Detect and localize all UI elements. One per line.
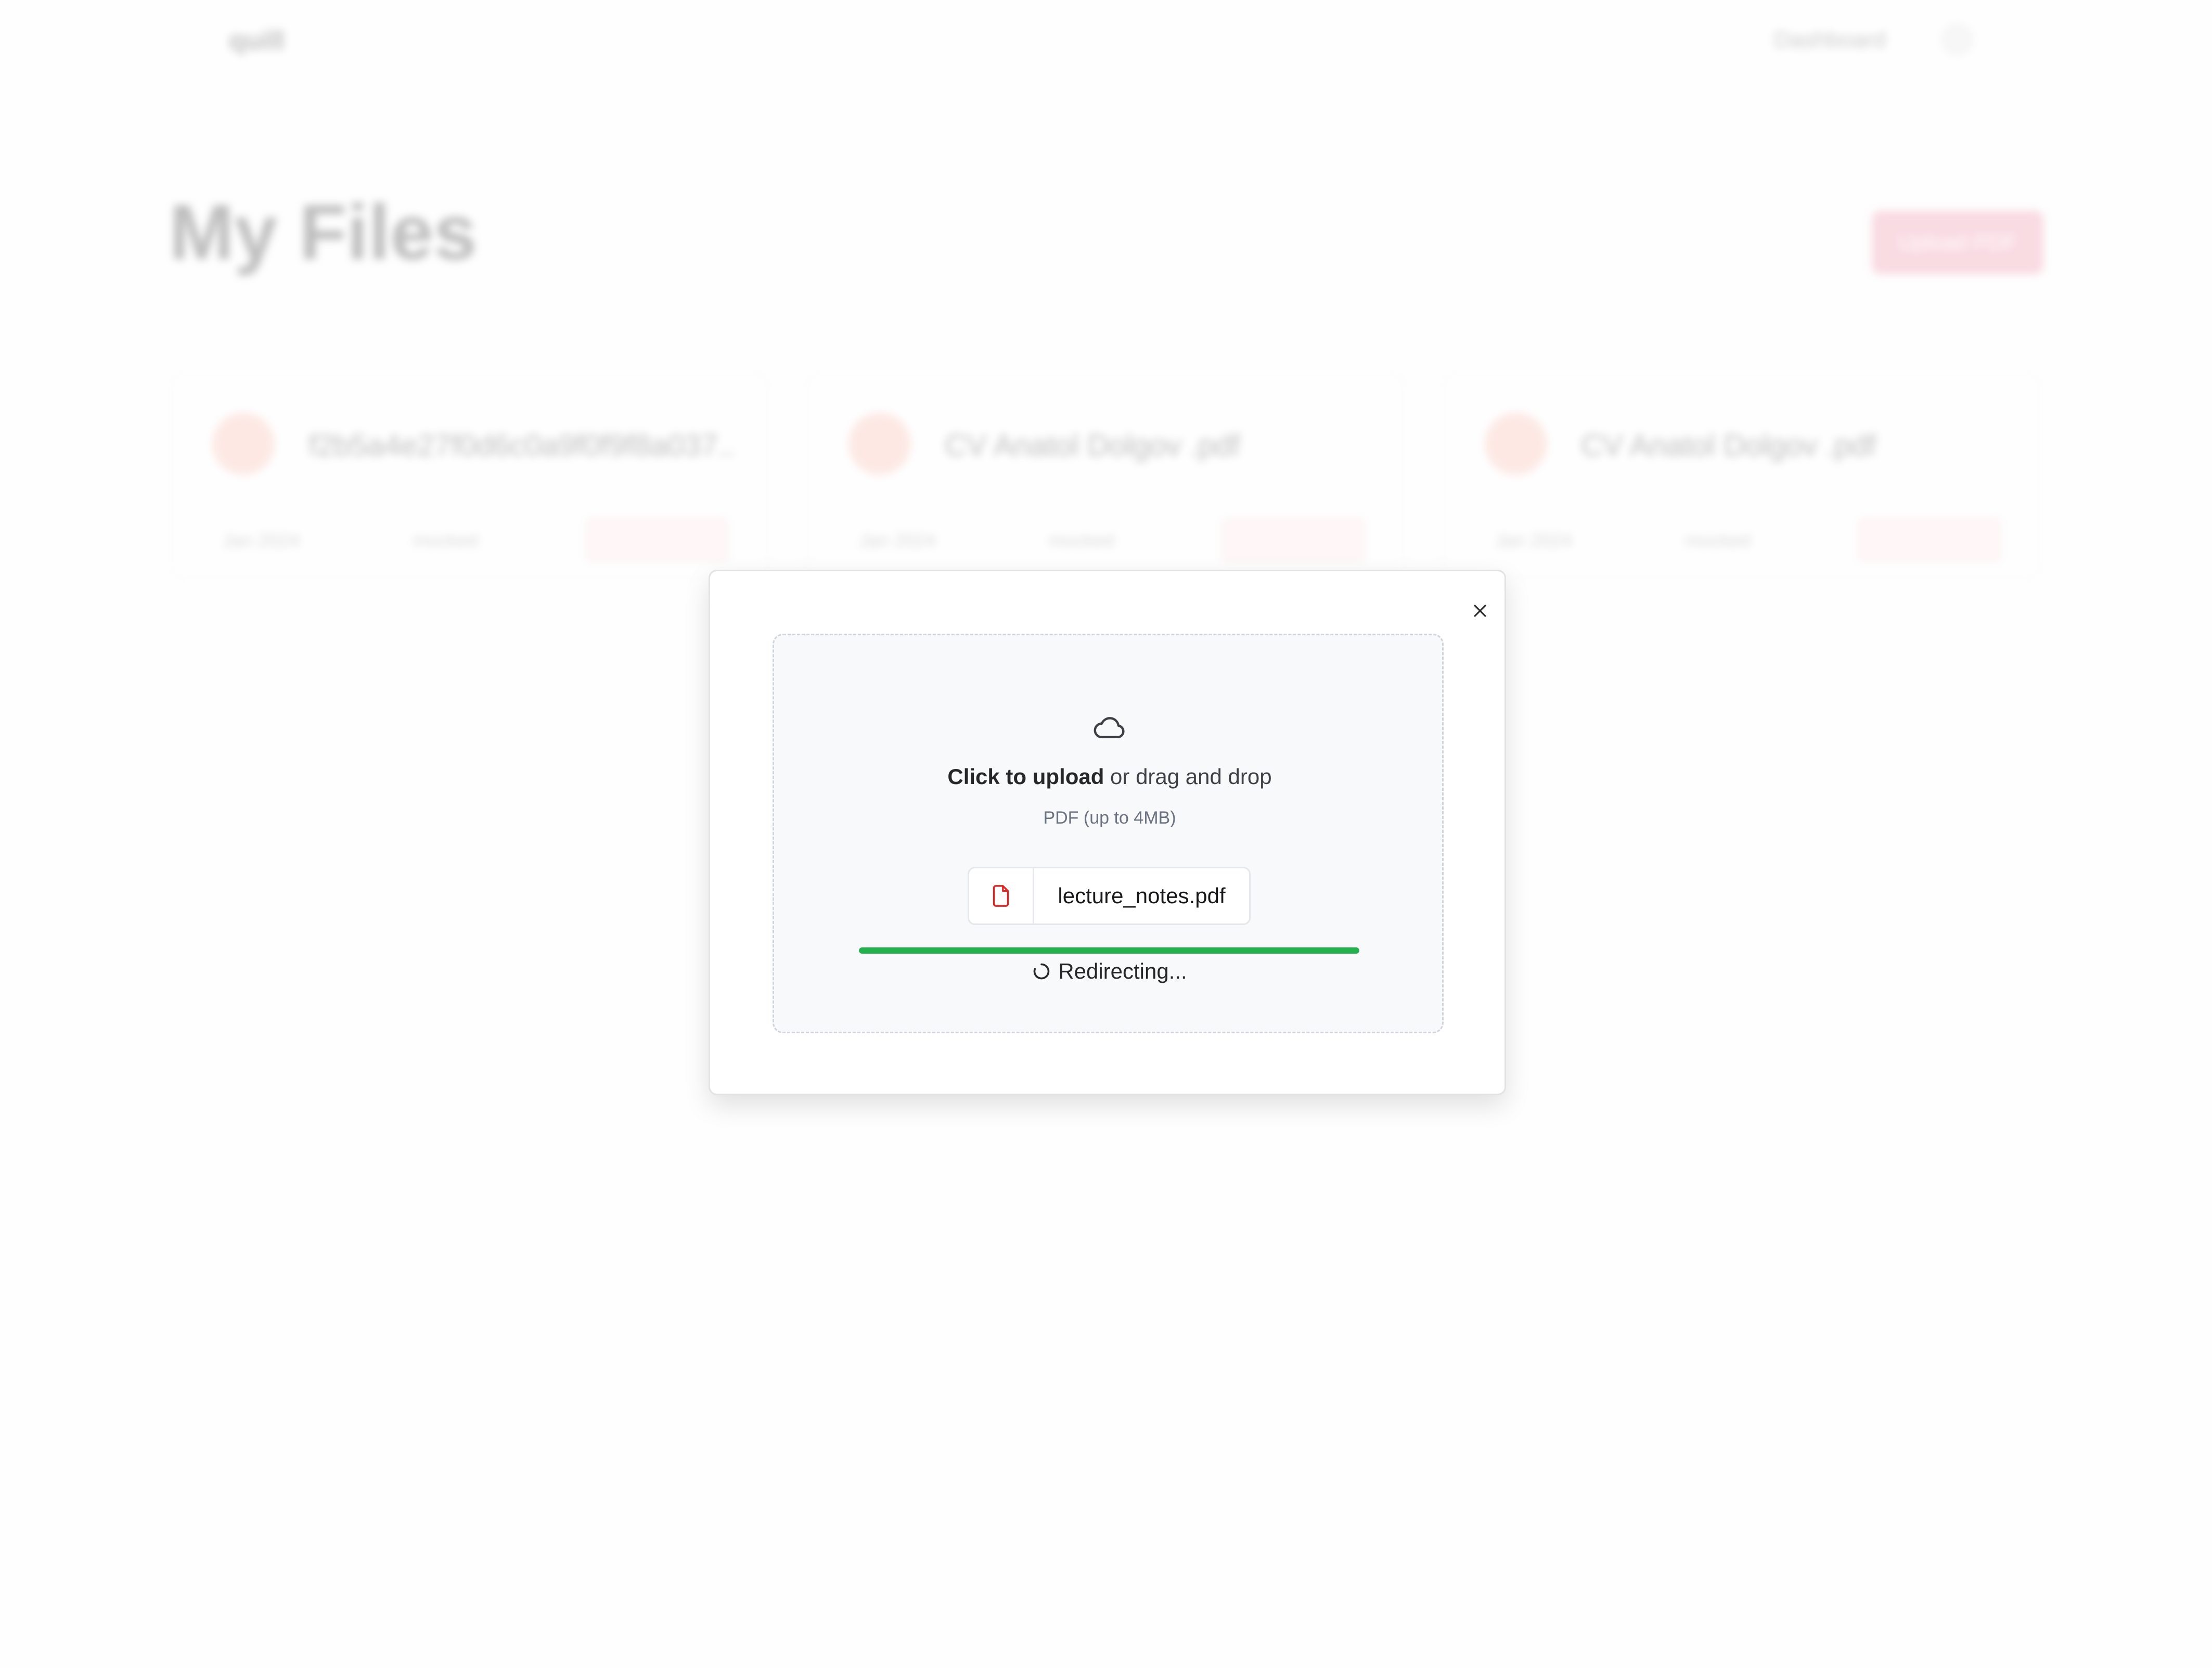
upload-progress-fill	[859, 947, 1359, 954]
spinner-icon	[1034, 963, 1050, 980]
upload-status: Redirecting...	[774, 959, 1445, 984]
pdf-file-icon	[993, 885, 1009, 907]
file-type-hint: PDF (up to 4MB)	[1043, 808, 1176, 828]
upload-dropzone[interactable]: Click to upload or drag and drop PDF (up…	[773, 634, 1444, 1033]
selected-file-name: lecture_notes.pdf	[1058, 883, 1226, 908]
status-text: Redirecting...	[1058, 959, 1187, 983]
upload-progress-bar	[859, 947, 1359, 954]
click-to-upload-label[interactable]: Click to upload	[947, 764, 1104, 789]
pdf-icon-cell	[969, 868, 1034, 923]
close-icon	[1474, 605, 1486, 617]
close-button[interactable]	[1464, 595, 1496, 626]
upload-modal: Click to upload or drag and drop PDF (up…	[709, 570, 1506, 1095]
drag-drop-label: or drag and drop	[1104, 764, 1272, 789]
upload-instructions: Click to upload or drag and drop	[774, 764, 1445, 789]
selected-file-chip: lecture_notes.pdf	[968, 867, 1251, 925]
cloud-icon	[1094, 717, 1125, 739]
